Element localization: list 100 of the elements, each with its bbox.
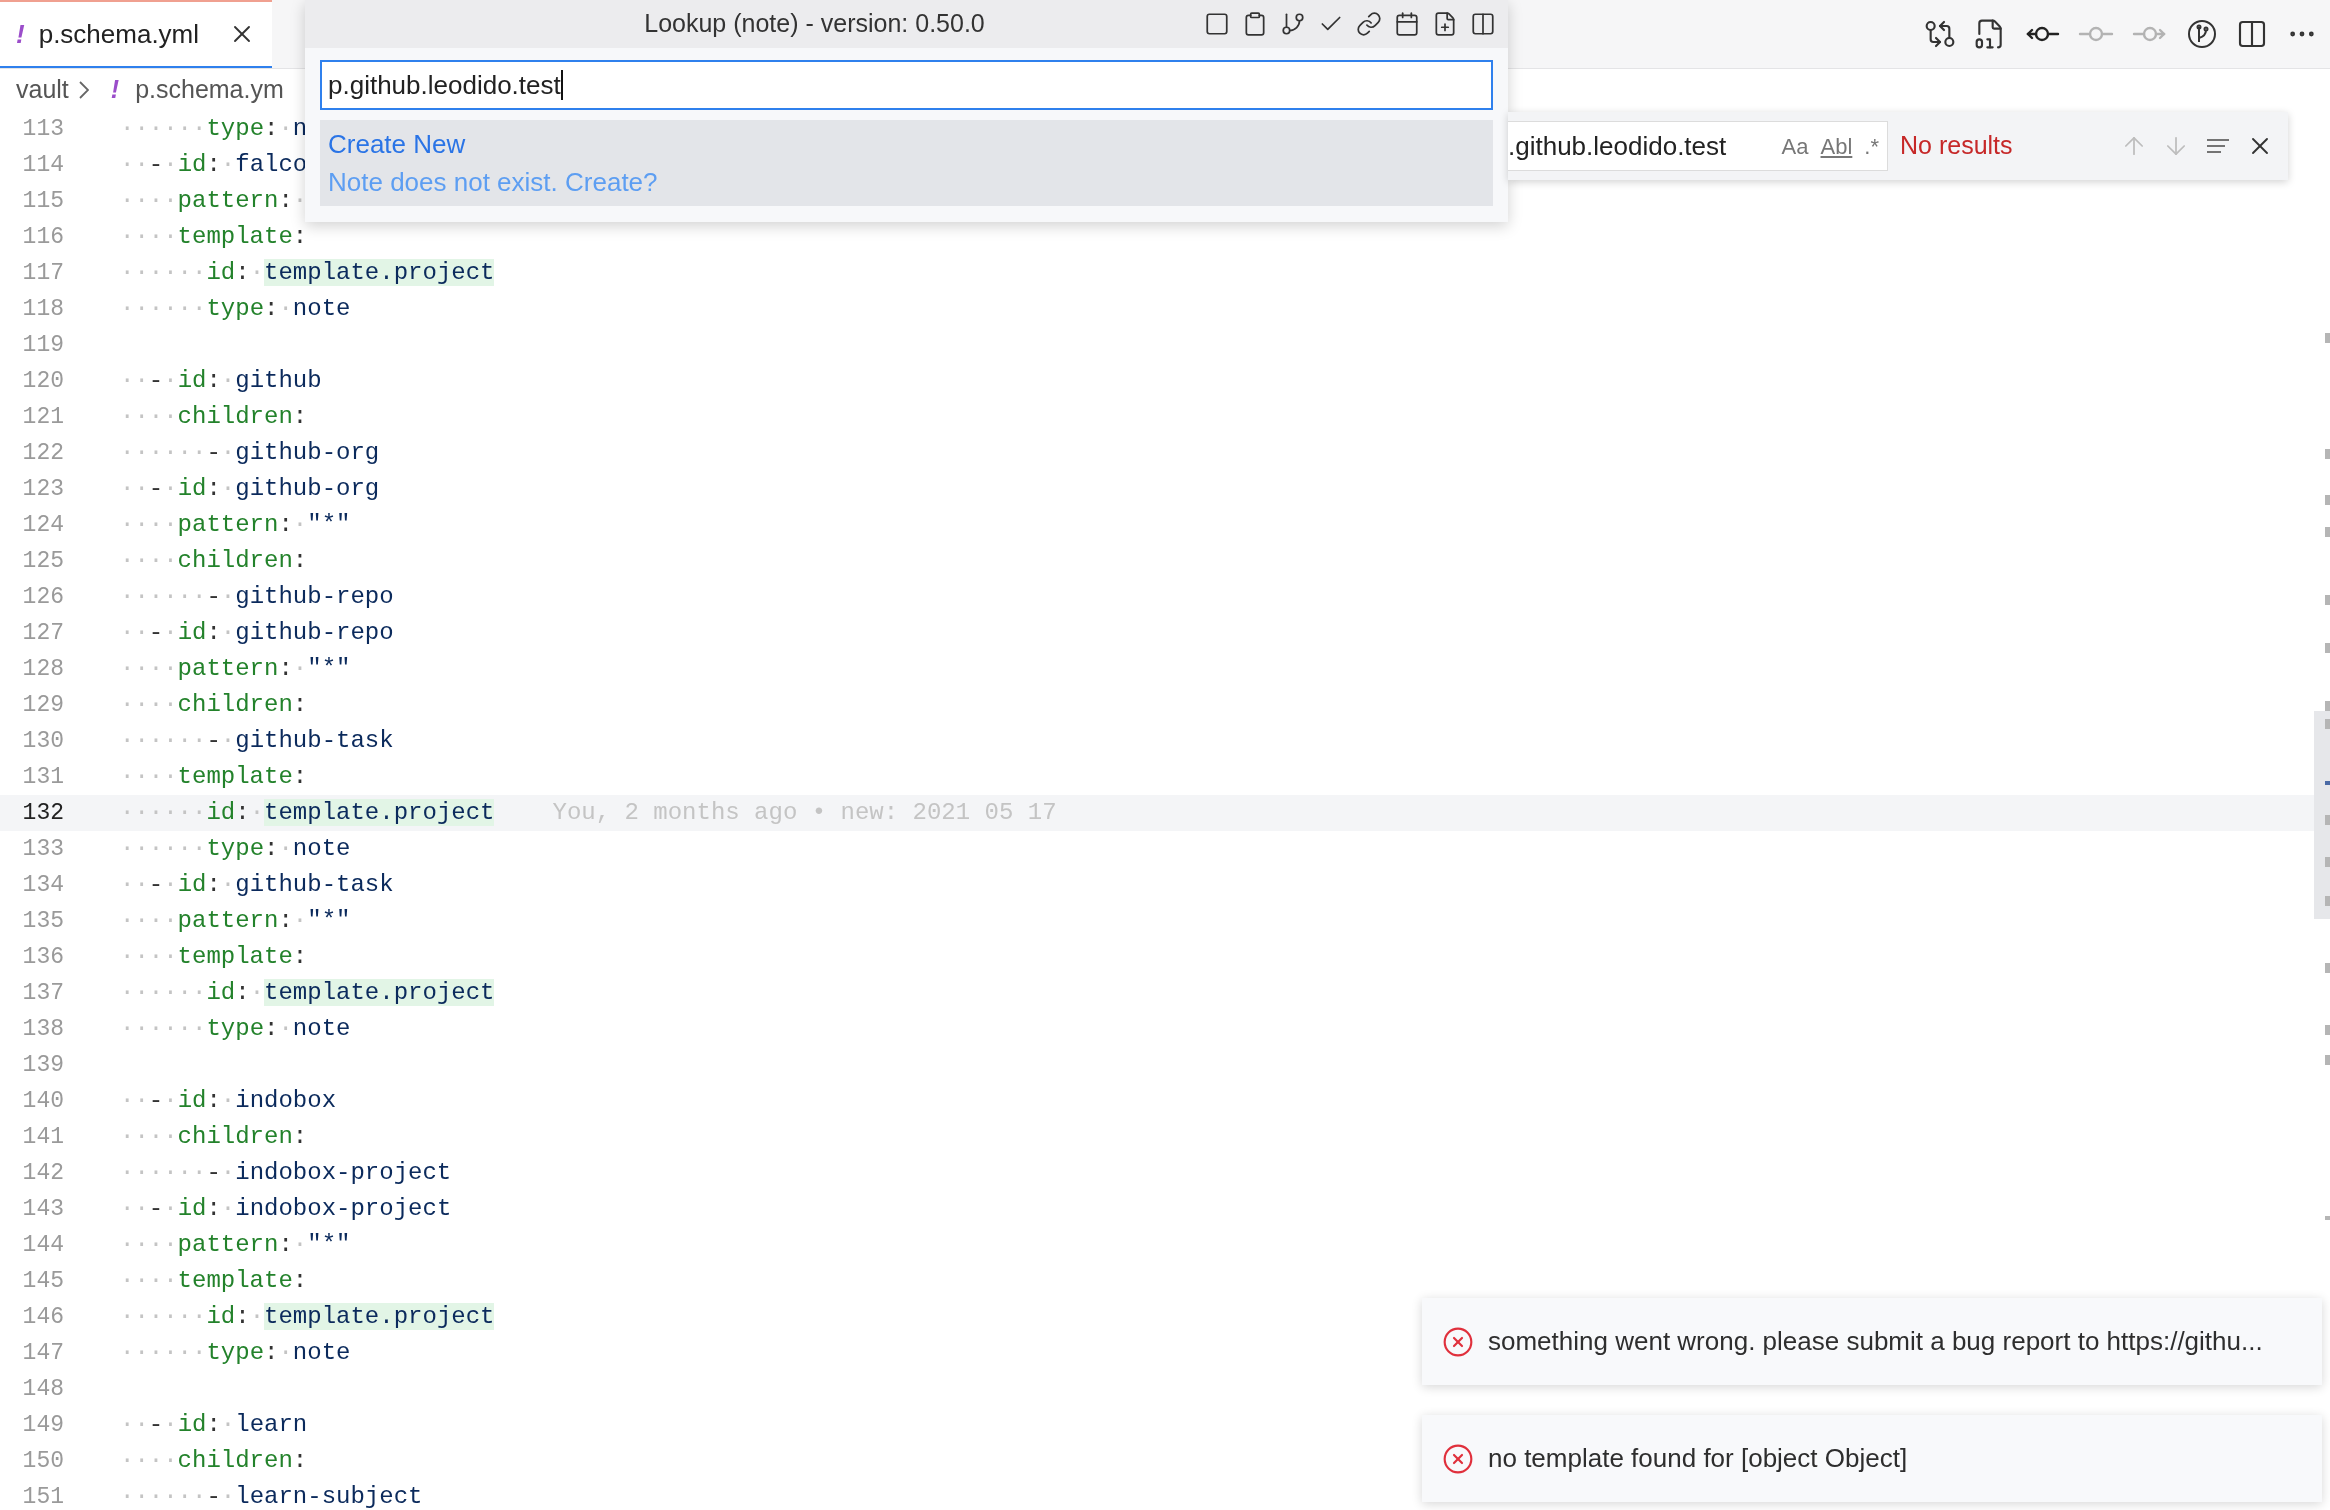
line-number: 123 bbox=[21, 474, 64, 504]
line-number: 128 bbox=[21, 654, 64, 684]
find-input[interactable]: .github.leodido.test Aa Abl .* bbox=[1508, 121, 1888, 171]
square-icon[interactable] bbox=[1204, 11, 1230, 37]
line-number: 145 bbox=[21, 1266, 64, 1296]
code-line: ····pattern:· bbox=[120, 186, 308, 216]
line-number: 143 bbox=[21, 1194, 64, 1224]
line-number: 116 bbox=[21, 222, 64, 252]
line-number: 132 bbox=[21, 798, 64, 828]
line-number: 125 bbox=[21, 546, 64, 576]
line-number: 136 bbox=[21, 942, 64, 972]
text-cursor bbox=[560, 70, 563, 100]
error-icon bbox=[1442, 1442, 1474, 1475]
yaml-file-icon: ! bbox=[110, 71, 120, 109]
line-number: 148 bbox=[21, 1374, 64, 1404]
line-number: 139 bbox=[21, 1050, 64, 1080]
line-number: 119 bbox=[21, 330, 64, 360]
line-number: 118 bbox=[21, 294, 64, 324]
code-line: ····pattern:·"*" bbox=[120, 654, 351, 684]
link-icon[interactable] bbox=[1356, 11, 1382, 37]
line-number: 147 bbox=[21, 1338, 64, 1368]
code-line: ··-·id:·github bbox=[120, 366, 322, 396]
code-line: ····pattern:·"*" bbox=[120, 510, 351, 540]
code-line: ······-·learn-subject bbox=[120, 1482, 423, 1510]
chevron-icon bbox=[78, 81, 89, 99]
code-line: ····children: bbox=[120, 1446, 308, 1476]
line-number: 130 bbox=[21, 726, 64, 756]
code-line: ··-·id:·github-task bbox=[120, 870, 394, 900]
line-number: 142 bbox=[21, 1158, 64, 1188]
code-line: ····pattern:·"*" bbox=[120, 906, 351, 936]
breadcrumb-item[interactable]: vault bbox=[16, 71, 69, 109]
code-line: ····template: bbox=[120, 762, 308, 792]
editor-tab[interactable]: ! p.schema.yml bbox=[0, 0, 272, 68]
code-line: ······type:·note bbox=[120, 294, 351, 324]
result-label: Create New bbox=[328, 128, 467, 161]
clipboard-icon[interactable] bbox=[1242, 11, 1268, 37]
line-number: 115 bbox=[21, 186, 64, 216]
line-number: 134 bbox=[21, 870, 64, 900]
line-number: 131 bbox=[21, 762, 64, 792]
find-option[interactable]: .* bbox=[1864, 129, 1879, 163]
code-line: ······-·github-task bbox=[120, 726, 394, 756]
code-line: ····template: bbox=[120, 1266, 308, 1296]
line-number: 138 bbox=[21, 1014, 64, 1044]
code-line: ····template: bbox=[120, 222, 308, 252]
line-number: 133 bbox=[21, 834, 64, 864]
line-number: 126 bbox=[21, 582, 64, 612]
code-line: ····children: bbox=[120, 402, 308, 432]
code-line: ··-·id:·github-org bbox=[120, 474, 380, 504]
line-number: 113 bbox=[21, 114, 64, 144]
code-line: ······type:·note bbox=[120, 834, 351, 864]
code-line: ··-·id:·indobox-project bbox=[120, 1194, 452, 1224]
calendar-icon[interactable] bbox=[1394, 11, 1420, 37]
line-number: 129 bbox=[21, 690, 64, 720]
code-line: ··-·id:·indobox bbox=[120, 1086, 337, 1116]
code-line: ······-·github-repo bbox=[120, 582, 394, 612]
code-line: ······type:·n bbox=[120, 114, 308, 144]
scrollbar-thumb[interactable] bbox=[2314, 711, 2330, 919]
code-line: ····template: bbox=[120, 942, 308, 972]
lookup-title: Lookup (note) - version: 0.50.0 bbox=[643, 8, 986, 40]
split-editor-icon[interactable] bbox=[2236, 18, 2268, 50]
result-detail: Note does not exist. Create? bbox=[328, 166, 659, 199]
find-option[interactable]: Aa bbox=[1781, 129, 1809, 163]
code-line: ····children: bbox=[120, 690, 308, 720]
new-file-icon[interactable] bbox=[1432, 11, 1458, 37]
tab-label: p.schema.yml bbox=[38, 17, 200, 51]
line-number: 122 bbox=[21, 438, 64, 468]
line-number: 124 bbox=[21, 510, 64, 540]
line-number: 149 bbox=[21, 1410, 64, 1440]
code-line: ··-·id:·learn bbox=[120, 1410, 308, 1440]
lookup-input[interactable]: p.github.leodido.test bbox=[320, 60, 1493, 110]
code-line: ······-·github-org bbox=[120, 438, 380, 468]
compare-changes-icon[interactable] bbox=[1924, 18, 1956, 50]
code-line: ····children: bbox=[120, 1122, 308, 1152]
branch-circle-icon[interactable] bbox=[2186, 18, 2218, 50]
find-option[interactable]: Abl bbox=[1820, 129, 1853, 163]
yaml-file-icon: ! bbox=[16, 14, 25, 54]
notification-message: something went wrong. please submit a bug report to https://githu... bbox=[1488, 1325, 2263, 1358]
find-status: No results bbox=[1900, 130, 2013, 162]
error-icon bbox=[1442, 1325, 1474, 1358]
line-number: 114 bbox=[21, 150, 64, 180]
lookup-result[interactable]: Create New Note does not exist. Create? bbox=[320, 120, 1493, 206]
line-number: 150 bbox=[21, 1446, 64, 1476]
code-line: ····children: bbox=[120, 546, 308, 576]
line-number: 146 bbox=[21, 1302, 64, 1332]
line-number: 120 bbox=[21, 366, 64, 396]
line-number: 121 bbox=[21, 402, 64, 432]
line-number: 140 bbox=[21, 1086, 64, 1116]
code-line: ······type:·note bbox=[120, 1338, 351, 1368]
code-line: ··-·id:·falco bbox=[120, 150, 308, 180]
line-number: 135 bbox=[21, 906, 64, 936]
line-number: 151 bbox=[21, 1482, 64, 1510]
line-number: 117 bbox=[21, 258, 64, 288]
branch-icon[interactable] bbox=[1280, 11, 1306, 37]
code-line: ······type:·note bbox=[120, 1014, 351, 1044]
code-line: ····pattern:·"*" bbox=[120, 1230, 351, 1260]
split-view-icon[interactable] bbox=[1470, 11, 1496, 37]
code-line: ······-·indobox-project bbox=[120, 1158, 452, 1188]
breadcrumb-item[interactable]: p.schema.ym bbox=[135, 71, 284, 109]
line-number: 127 bbox=[21, 618, 64, 648]
code-line: ··-·id:·github-repo bbox=[120, 618, 394, 648]
